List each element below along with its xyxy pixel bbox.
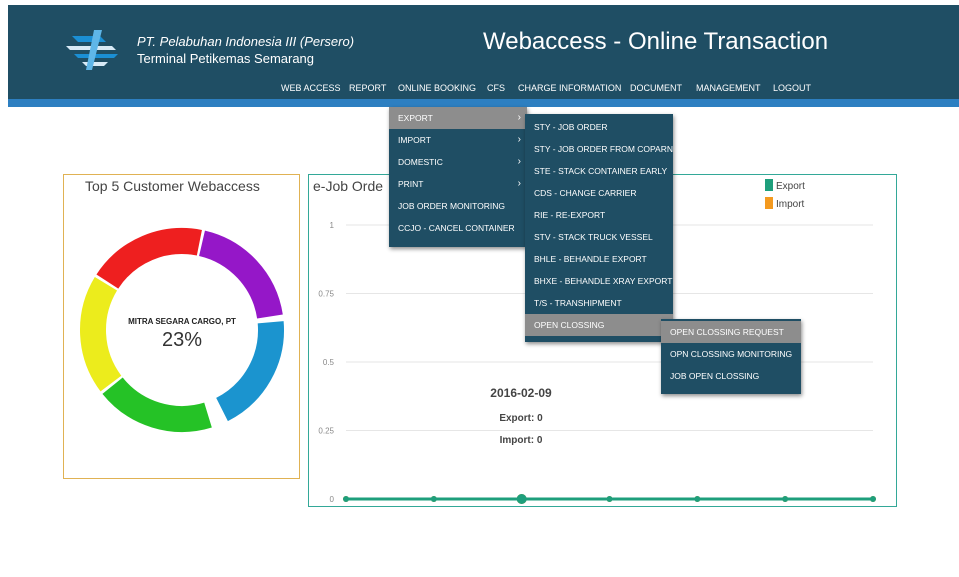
submenu-ste-stack-container[interactable]: STE - STACK CONTAINER EARLY: [525, 160, 673, 182]
chevron-right-icon: ›: [517, 178, 521, 189]
export-submenu: STY - JOB ORDER STY - JOB ORDER FROM COP…: [525, 114, 673, 342]
tooltip-date: 2016-02-09: [490, 386, 552, 400]
data-point-export[interactable]: [343, 496, 349, 502]
submenu-sty-job-order[interactable]: STY - JOB ORDER: [525, 116, 673, 138]
y-tick-label: 0.5: [323, 358, 335, 367]
menu-export[interactable]: EXPORT ›: [389, 107, 527, 129]
menu-import[interactable]: IMPORT ›: [389, 129, 527, 151]
menu-print[interactable]: PRINT ›: [389, 173, 527, 195]
chevron-right-icon: ›: [517, 112, 521, 123]
online-booking-menu: EXPORT › IMPORT › DOMESTIC › PRINT › JOB ORD…: [389, 107, 527, 247]
tooltip-export: Export: 0: [499, 413, 543, 424]
job-order-line-chart: 0 0.25 0.5 0.75 1: [318, 221, 876, 504]
data-point-export[interactable]: [870, 496, 876, 502]
chart-tooltip: 2016-02-09 Export: 0 Import: 0: [484, 386, 558, 446]
submenu-open-clossing-request[interactable]: OPEN CLOSSING REQUEST: [661, 321, 801, 343]
y-tick-label: 0.75: [318, 290, 334, 299]
tooltip-import: Import: 0: [499, 435, 543, 446]
y-tick-label: 0.25: [318, 427, 334, 436]
data-point-export[interactable]: [694, 496, 701, 502]
chevron-right-icon: ›: [517, 134, 521, 145]
data-point-export[interactable]: [516, 494, 527, 504]
submenu-bhle-behandle[interactable]: BHLE - BEHANDLE EXPORT: [525, 248, 673, 270]
submenu-rie-re-export[interactable]: RIE - RE-EXPORT: [525, 204, 673, 226]
submenu-stv-stack-truck[interactable]: STV - STACK TRUCK VESSEL: [525, 226, 673, 248]
menu-domestic[interactable]: DOMESTIC ›: [389, 151, 527, 173]
data-point-export[interactable]: [782, 496, 789, 502]
submenu-sty-job-order-coparn[interactable]: STY - JOB ORDER FROM COPARN: [525, 138, 673, 160]
submenu-job-open-clossing[interactable]: JOB OPEN CLOSSING: [661, 365, 801, 387]
menu-import-label: IMPORT: [398, 135, 431, 145]
submenu-cds-change-carrier[interactable]: CDS - CHANGE CARRIER: [525, 182, 673, 204]
chevron-right-icon: ›: [517, 156, 521, 167]
menu-job-order-monitoring[interactable]: JOB ORDER MONITORING: [389, 195, 527, 217]
y-tick-label: 0: [330, 495, 335, 504]
menu-export-label: EXPORT: [398, 113, 433, 123]
data-point-export[interactable]: [606, 496, 613, 502]
submenu-bhxe-behandle-xray[interactable]: BHXE - BEHANDLE XRAY EXPORT: [525, 270, 673, 292]
menu-cancel-container[interactable]: CCJO - CANCEL CONTAINER: [389, 217, 527, 239]
menu-domestic-label: DOMESTIC: [398, 157, 443, 167]
data-point-export[interactable]: [430, 496, 437, 502]
open-clossing-submenu: OPEN CLOSSING REQUEST OPN CLOSSING MONIT…: [661, 319, 801, 394]
menu-print-label: PRINT: [398, 179, 424, 189]
submenu-opn-clossing-monitoring[interactable]: OPN CLOSSING MONITORING: [661, 343, 801, 365]
submenu-transhipment[interactable]: T/S - TRANSHIPMENT: [525, 292, 673, 314]
submenu-open-clossing[interactable]: OPEN CLOSSING: [525, 314, 673, 336]
y-tick-label: 1: [330, 221, 335, 230]
